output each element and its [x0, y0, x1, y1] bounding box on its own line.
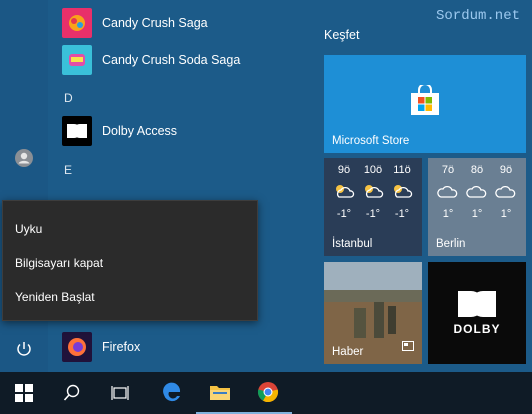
- cloudy-icon: [492, 180, 520, 202]
- hour-label: 9ö: [337, 164, 351, 176]
- menu-item-shut-down[interactable]: Bilgisayarı kapat: [15, 248, 103, 278]
- partly-cloudy-icon: [330, 180, 358, 202]
- group-header-d[interactable]: D: [64, 91, 73, 105]
- app-label: Firefox: [102, 340, 141, 354]
- hour-label: 7ö: [441, 164, 455, 176]
- tile-news[interactable]: Haber: [324, 262, 422, 364]
- tile-label: İstanbul: [332, 238, 373, 250]
- cloudy-icon: [434, 180, 462, 202]
- dolby-access-icon: [62, 116, 92, 146]
- tile-dolby[interactable]: DOLBY: [428, 262, 526, 364]
- cloudy-icon: [463, 180, 491, 202]
- temperature-value: -1°: [394, 208, 410, 220]
- tile-weather-berlin[interactable]: 7ö 1° 8ö 1° 9ö 1° Berlin: [428, 158, 526, 256]
- search-icon: [63, 384, 80, 401]
- list-item-dolby-access[interactable]: Dolby Access: [62, 114, 177, 148]
- temperature-value: -1°: [336, 208, 352, 220]
- chrome-button[interactable]: [244, 372, 292, 414]
- hour-label: 11ö: [393, 164, 411, 176]
- tile-microsoft-store[interactable]: Microsoft Store: [324, 55, 526, 153]
- tile-label: Berlin: [436, 238, 466, 250]
- tile-label: Microsoft Store: [332, 135, 410, 147]
- hour-label: 10ö: [363, 164, 383, 176]
- temperature-value: -1°: [365, 208, 381, 220]
- temperature-value: 1°: [500, 208, 512, 220]
- candy-crush-soda-icon: [62, 45, 92, 75]
- menu-item-restart[interactable]: Yeniden Başlat: [15, 282, 95, 312]
- list-item-candy-crush-soda-saga[interactable]: Candy Crush Soda Saga: [62, 43, 240, 77]
- firefox-icon: [62, 332, 92, 362]
- partly-cloudy-icon: [388, 180, 416, 202]
- list-item-candy-crush-saga[interactable]: Candy Crush Saga: [62, 6, 208, 40]
- temperature-value: 1°: [442, 208, 454, 220]
- app-label: Candy Crush Soda Saga: [102, 53, 241, 67]
- tile-weather-istanbul[interactable]: 9ö -1° 10ö -1° 11ö -1° İstanbul: [324, 158, 422, 256]
- dolby-logo-icon: [457, 290, 497, 323]
- edge-button[interactable]: [148, 372, 196, 414]
- hour-label: 8ö: [470, 164, 484, 176]
- windows-logo-icon: [15, 384, 33, 402]
- candy-crush-saga-icon: [62, 8, 92, 38]
- tile-label: Haber: [332, 346, 364, 358]
- folder-icon: [210, 386, 230, 400]
- app-label: Candy Crush Saga: [102, 16, 208, 30]
- temperature-value: 1°: [471, 208, 483, 220]
- dolby-logo-text: DOLBY: [453, 322, 501, 336]
- task-view-icon: [111, 386, 129, 400]
- chrome-icon: [257, 382, 279, 403]
- news-badge-icon: [402, 338, 414, 356]
- group-header-e[interactable]: E: [64, 163, 72, 177]
- start-button[interactable]: [0, 372, 48, 414]
- menu-item-sleep[interactable]: Uyku: [15, 214, 42, 244]
- store-bag-icon: [409, 83, 441, 122]
- task-view-button[interactable]: [96, 372, 144, 414]
- search-button[interactable]: [48, 372, 96, 414]
- power-icon[interactable]: [12, 337, 36, 361]
- app-label: Dolby Access: [102, 124, 178, 138]
- edge-icon: [163, 382, 181, 402]
- user-account-icon[interactable]: [12, 146, 36, 170]
- watermark: Sordum.net: [435, 8, 520, 24]
- file-explorer-button[interactable]: [196, 372, 244, 414]
- partly-cloudy-icon: [359, 180, 387, 202]
- list-item-firefox[interactable]: Firefox: [62, 330, 140, 364]
- taskbar: [0, 372, 532, 414]
- tiles-section-title: Keşfet: [324, 28, 360, 42]
- hour-label: 9ö: [499, 164, 513, 176]
- power-menu: Uyku Bilgisayarı kapat Yeniden Başlat: [2, 200, 258, 321]
